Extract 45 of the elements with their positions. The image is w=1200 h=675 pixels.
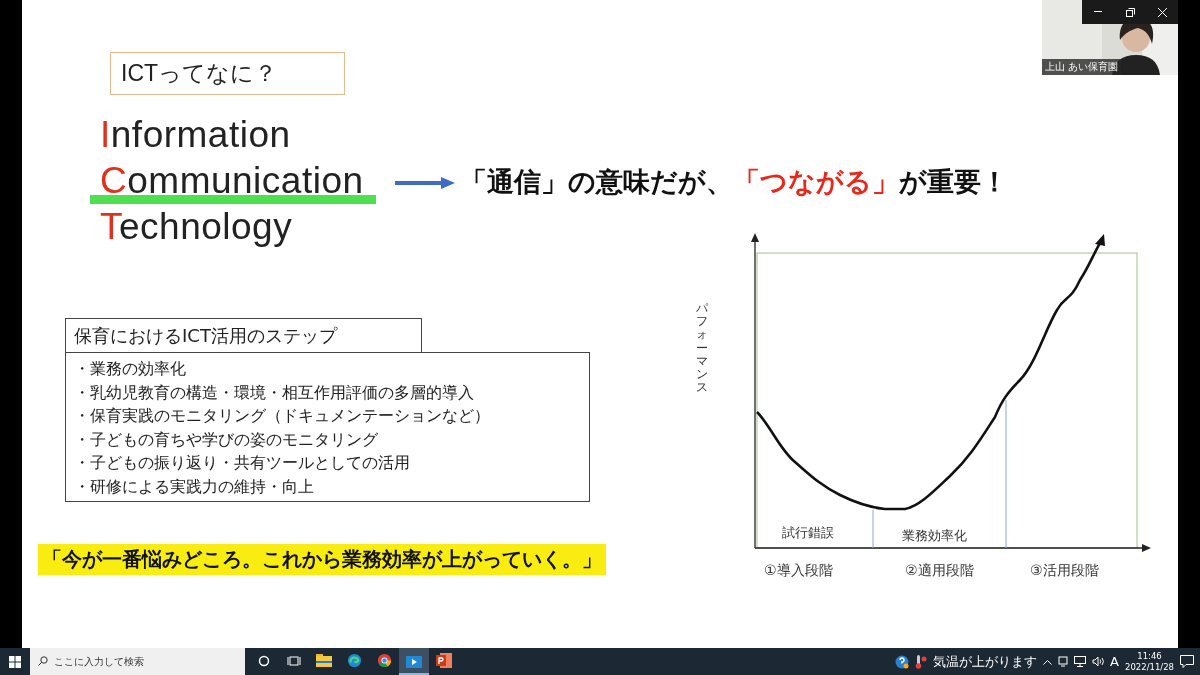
title-box: ICTってなに？ [110,52,345,95]
slides-app-icon [436,653,452,668]
step-item: ・業務の効率化 [74,358,187,380]
stage-label: ①導入段階 [764,562,833,580]
search-icon [38,656,48,666]
edge-icon [346,653,362,668]
participant-name: 上山 あい保育園 [1042,59,1122,75]
acronym-word: Technology [100,205,293,249]
step-item: ・研修による実践力の維持・向上 [74,475,315,498]
windows-icon [9,655,21,668]
thermometer-icon [915,654,928,669]
restore-icon [1125,7,1135,17]
folder-icon [316,654,332,667]
notification-icon[interactable] [1180,655,1194,668]
play-icon [406,653,422,668]
headline: 「通信」の意味だが、「つながる」が重要！ [460,165,1008,199]
cortana-icon [258,654,270,667]
weather-text[interactable]: 気温が上がります [933,653,1038,670]
search-field[interactable]: ここに入力して検索 [30,648,245,675]
speaker-icon[interactable] [1092,656,1105,667]
task-view-icon [287,654,301,667]
steps-title: 保育におけるICT活用のステップ [65,318,422,353]
phase-label: 試行錯誤 [782,524,834,542]
stage-label: ②適用段階 [905,562,974,580]
chevron-up-icon[interactable] [1043,658,1053,665]
stage-label: ③活用段階 [1030,562,1099,580]
help-icon [895,654,910,669]
network-icon[interactable] [1074,656,1087,667]
clock[interactable]: 11:46 2022/11/28 [1125,650,1174,673]
minimize-icon [1094,11,1102,13]
phase-label: 業務効率化 [902,527,967,545]
input-mode-indicator[interactable]: A [1110,654,1119,669]
close-button[interactable] [1146,0,1178,24]
device-icon[interactable] [1058,656,1069,667]
step-item: ・乳幼児教育の構造・環境・相互作用評価の多層的導入 [74,381,475,404]
acronym-word: Information [100,113,291,157]
arrow-icon [395,176,457,190]
axis-label: パフォーマンス [696,302,708,395]
step-item: ・保育実践のモニタリング（ドキュメンテーションなど） [74,405,491,427]
quote: 「今が一番悩みどころ。これから業務効率が上がっていく。」 [38,544,606,575]
step-item: ・子どもの育ちや学びの姿のモニタリング [74,428,379,451]
step-item: ・子どもの振り返り・共有ツールとしての活用 [74,452,411,474]
divider-line [872,509,874,549]
chrome-icon [376,653,392,668]
close-icon [1157,7,1167,17]
